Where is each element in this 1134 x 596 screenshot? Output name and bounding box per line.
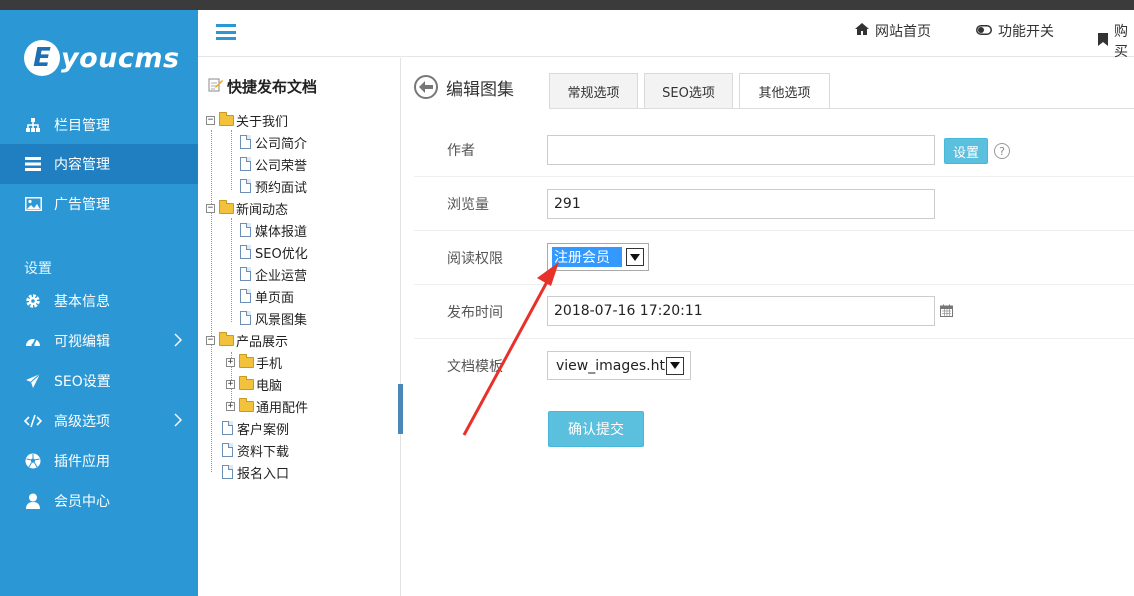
annotation-arrow: [462, 262, 559, 436]
